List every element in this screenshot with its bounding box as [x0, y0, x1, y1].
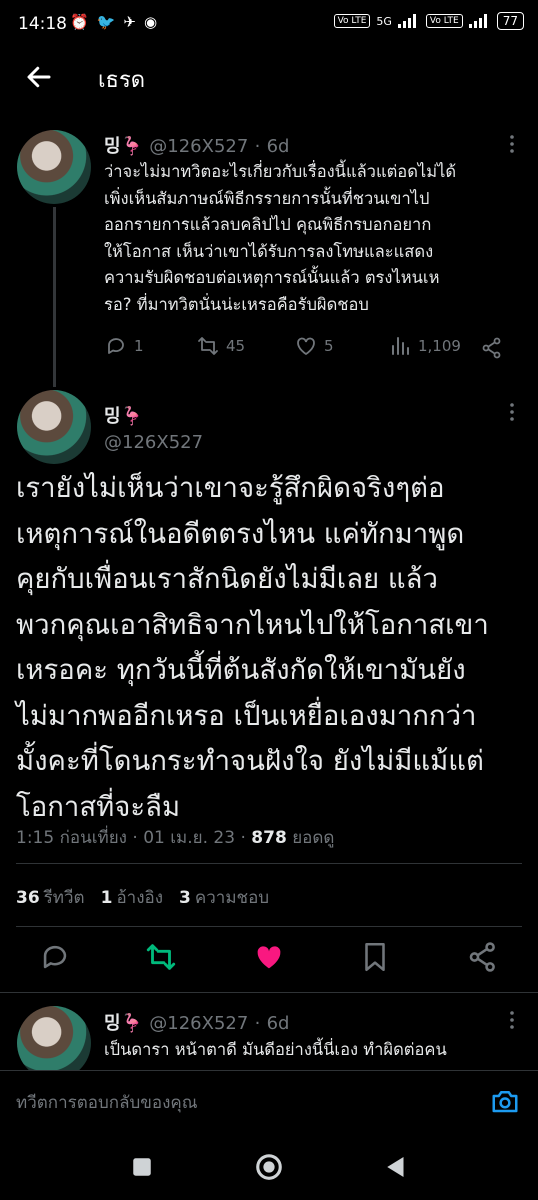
text-line: รอ? ที่มาทวิตนั่นน่ะเหรอคือรับผิดชอบ	[104, 294, 369, 314]
tweet-age: 6d	[266, 1013, 290, 1034]
views-count: 878	[251, 828, 287, 848]
text-line: เพิ่งเห็นสัมภาษณ์พิธีกรรายการนั้นที่ชวนเ…	[104, 188, 430, 208]
twitter-bird-icon: 🐦	[96, 13, 116, 31]
like-button[interactable]: 5	[294, 334, 334, 358]
back-triangle-icon[interactable]	[381, 1152, 411, 1182]
home-icon[interactable]	[254, 1152, 284, 1182]
retweets-stat[interactable]: 36 รีทวีต	[16, 884, 85, 911]
camera-icon[interactable]	[490, 1086, 520, 1116]
back-arrow-icon[interactable]	[24, 62, 54, 92]
divider	[0, 992, 538, 993]
quotes-stat-label: อ้างอิง	[116, 888, 164, 908]
avatar[interactable]	[17, 1006, 91, 1080]
retweets-stat-count: 36	[16, 888, 40, 908]
text-line: พวกคุณเอาสิทธิจากไหนไปให้โอกาสเขา	[16, 608, 489, 641]
reply-tweet-text[interactable]: เป็นดารา หน้าตาดี มันดีอย่างนี้นี่เอง ทำ…	[104, 1037, 529, 1064]
meta-dot: ·	[240, 828, 246, 848]
text-line: เรายังไม่เห็นว่าเขาจะรู้สึกผิดจริงๆต่อ	[16, 472, 445, 504]
retweet-count: 45	[226, 337, 246, 355]
main-tweet-author-handle[interactable]: @126X527	[104, 432, 203, 453]
status-bar: 14:18 ⏰ 🐦 ✈ ◉ Vo LTE 5G Vo LTE 77	[0, 0, 538, 48]
tweet-date: 01 เม.ย. 23	[143, 828, 236, 848]
telegram-icon: ✈	[123, 13, 136, 31]
quotes-stat[interactable]: 1 อ้างอิง	[101, 884, 163, 911]
likes-stat[interactable]: 3 ความชอบ	[179, 884, 269, 911]
heart-icon[interactable]	[252, 940, 286, 974]
system-navigation-bar	[0, 1132, 538, 1200]
author-handle: @126X527	[149, 136, 249, 157]
signal-icon	[397, 14, 420, 28]
text-line: ความรับผิดชอบต่อเหตุการณ์นั้นแล้ว ตรงไหน…	[104, 268, 440, 287]
reply-count: 1	[134, 337, 144, 355]
reply-input[interactable]: ทวีตการตอบกลับของคุณ	[16, 1089, 198, 1116]
main-tweet-text[interactable]: เรายังไม่เห็นว่าเขาจะรู้สึกผิดจริงๆต่อ เ…	[16, 466, 526, 830]
text-line: ออกรายการแล้วลบคลิปไป คุณพิธีกรบอกอยาก	[104, 215, 432, 234]
divider	[16, 863, 522, 864]
retweets-stat-label: รีทวีต	[43, 888, 85, 908]
author-handle: @126X527	[149, 1013, 249, 1034]
alarm-icon: ⏰	[70, 13, 89, 31]
text-line: ไม่มากพออีกเหรอ เป็นเหยื่อเองมากกว่า	[16, 699, 477, 732]
reply-composer-bar: ทวีตการตอบกลับของคุณ	[0, 1070, 538, 1132]
heart-icon	[297, 337, 315, 356]
parent-tweet-actions: 1 45 5 1,109	[104, 334, 524, 362]
reply-icon	[108, 338, 124, 354]
engagement-stats: 36 รีทวีต 1 อ้างอิง 3 ความชอบ	[16, 884, 269, 911]
author-name: 밍🦩	[104, 1013, 143, 1034]
thread-header: เธรด	[0, 48, 538, 110]
like-count: 5	[324, 337, 334, 355]
reply-button[interactable]: 1	[104, 334, 144, 358]
network-label: 5G	[376, 14, 392, 28]
tweet-timestamp[interactable]: 1:15 ก่อนเที่ยง · 01 เม.ย. 23 · 878 ยอดด…	[16, 824, 334, 851]
likes-stat-label: ความชอบ	[194, 888, 270, 908]
view-count: 1,109	[418, 337, 461, 355]
retweet-button[interactable]: 45	[196, 334, 245, 358]
main-tweet-author-name[interactable]: 밍🦩	[104, 402, 143, 428]
thread-connector-line	[53, 207, 56, 387]
share-icon[interactable]	[480, 336, 504, 360]
notification-icons: ⏰ 🐦 ✈ ◉	[70, 13, 157, 31]
retweet-icon[interactable]	[144, 940, 178, 974]
retweet-icon	[198, 337, 218, 355]
views-label: ยอดดู	[292, 828, 335, 848]
line-app-icon: ◉	[143, 13, 158, 31]
volte-badge: Vo LTE	[333, 14, 371, 28]
divider	[16, 926, 522, 927]
author-name: 밍🦩	[104, 136, 143, 157]
meta-dot: ·	[254, 136, 261, 157]
reply-icon[interactable]	[38, 940, 72, 974]
text-line: มั้งคะที่โดนกระทำจนฝังใจ ยังไม่มีแม้แต่	[16, 745, 484, 777]
avatar[interactable]	[17, 390, 91, 464]
text-line: เหรอคะ ทุกวันนี้ที่ต้นสังกัดให้เขามันยัง	[16, 654, 466, 686]
share-icon[interactable]	[466, 940, 500, 974]
page-title: เธรด	[98, 68, 146, 93]
more-options-icon[interactable]	[502, 1010, 522, 1030]
status-right: Vo LTE 5G Vo LTE 77	[333, 12, 524, 30]
signal-icon-2	[468, 14, 491, 28]
text-line: คุยกับเพื่อนเราสักนิดยังไม่มีเลย แล้ว	[16, 563, 438, 595]
recent-apps-icon[interactable]	[127, 1152, 157, 1182]
parent-tweet-text[interactable]: ว่าจะไม่มาทวิตอะไรเกี่ยวกับเรื่องนี้แล้ว…	[104, 159, 529, 318]
text-line: ให้โอกาส เห็นว่าเขาได้รับการลงโทษและแสดง	[104, 241, 434, 261]
status-time: 14:18	[18, 14, 67, 34]
main-tweet-actions	[0, 940, 538, 980]
reply-tweet-author[interactable]: 밍🦩 @126X527 · 6d	[104, 1009, 290, 1035]
bookmark-icon[interactable]	[358, 940, 392, 974]
text-line: เหตุการณ์ในอดีตตรงไหน แค่ทักมาพูด	[16, 517, 465, 550]
likes-stat-count: 3	[179, 888, 191, 908]
meta-dot: ·	[254, 1013, 261, 1034]
tweet-age: 6d	[266, 136, 290, 157]
views-button[interactable]: 1,109	[388, 334, 461, 358]
avatar[interactable]	[17, 130, 91, 204]
parent-tweet-author[interactable]: 밍🦩 @126X527 · 6d	[104, 132, 290, 158]
text-line: ว่าจะไม่มาทวิตอะไรเกี่ยวกับเรื่องนี้แล้ว…	[104, 162, 457, 181]
more-options-icon[interactable]	[502, 402, 522, 422]
meta-dot: ·	[132, 828, 138, 848]
battery-icon: 77	[496, 12, 524, 30]
more-options-icon[interactable]	[502, 134, 522, 154]
volte-badge-2: Vo LTE	[425, 14, 463, 28]
tweet-time: 1:15 ก่อนเที่ยง	[16, 828, 127, 848]
quotes-stat-count: 1	[100, 888, 113, 908]
analytics-icon	[392, 337, 409, 355]
